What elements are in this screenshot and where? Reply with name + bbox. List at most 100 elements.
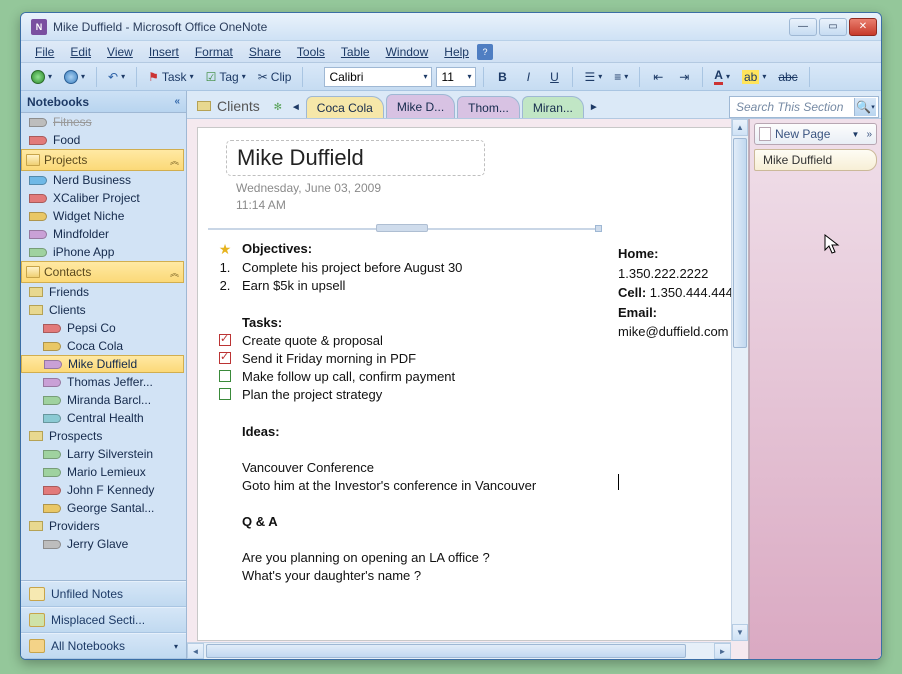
menu-insert[interactable]: Insert [141, 43, 187, 61]
menu-edit[interactable]: Edit [62, 43, 99, 61]
objective-item: Earn $5k in upsell [242, 277, 345, 295]
menu-share[interactable]: Share [241, 43, 289, 61]
task-item: Send it Friday morning in PDF [242, 350, 416, 368]
undo-button[interactable]: ↶▾ [104, 66, 129, 88]
section-item[interactable]: Nerd Business [21, 171, 184, 189]
menu-tools[interactable]: Tools [289, 43, 333, 61]
scroll-thumb[interactable] [733, 138, 747, 348]
pages-pane: New Page ▼ » Mike Duffield [749, 119, 881, 659]
new-page-button[interactable]: New Page ▼ » [754, 123, 877, 145]
notebook-item[interactable]: Food [21, 131, 184, 149]
section-group[interactable]: Prospects [21, 427, 184, 445]
forward-button[interactable]: ▾ [60, 66, 89, 88]
section-tab-bar: Clients ✻ ◄ Coca Cola Mike D... Thom... … [187, 91, 881, 119]
section-item[interactable]: Larry Silverstein [21, 445, 184, 463]
section-group-label[interactable]: Clients [189, 94, 268, 118]
section-item[interactable]: George Santal... [21, 499, 184, 517]
scroll-right-button[interactable]: ► [714, 643, 731, 659]
checkbox-icon[interactable] [219, 388, 231, 400]
section-item[interactable]: Thomas Jeffer... [21, 373, 184, 391]
note-resize-handle[interactable] [595, 225, 602, 232]
vertical-scrollbar[interactable]: ▲ ▼ [731, 119, 748, 641]
new-section-button[interactable]: ✻ [270, 96, 286, 118]
section-item[interactable]: Central Health [21, 409, 184, 427]
menu-format[interactable]: Format [187, 43, 241, 61]
section-item[interactable]: Jerry Glave [21, 535, 184, 553]
scroll-up-button[interactable]: ▲ [732, 119, 748, 136]
page-tab[interactable]: Mike Duffield [754, 149, 877, 171]
scroll-down-button[interactable]: ▼ [732, 624, 748, 641]
checkbox-icon[interactable] [219, 370, 231, 382]
menu-window[interactable]: Window [378, 43, 437, 61]
maximize-button[interactable]: ▭ [819, 18, 847, 36]
section-tab[interactable]: Thom... [457, 96, 520, 118]
back-button[interactable]: ▾ [27, 66, 56, 88]
section-tab[interactable]: Coca Cola [306, 96, 384, 118]
page-title-input[interactable]: Mike Duffield [226, 140, 485, 176]
bold-button[interactable]: B [491, 66, 513, 88]
contact-info-block[interactable]: Home: 1.350.222.2222 Cell: 1.350.444.444… [618, 244, 747, 342]
all-notebooks[interactable]: All Notebooks▾ [21, 633, 186, 659]
close-button[interactable]: ✕ [849, 18, 877, 36]
highlight-button[interactable]: ab▾ [738, 66, 770, 88]
section-item[interactable]: Mindfolder [21, 225, 184, 243]
notebook-contacts[interactable]: Contacts ︽ [21, 261, 184, 283]
font-size-dropdown[interactable]: 11▾ [436, 67, 476, 87]
indent-button[interactable]: ⇥ [673, 66, 695, 88]
scroll-track[interactable] [732, 136, 748, 624]
expand-icon[interactable]: » [863, 129, 872, 140]
menu-table[interactable]: Table [333, 43, 378, 61]
section-tab-active[interactable]: Mike D... [386, 94, 455, 118]
number-list-button[interactable]: ≡▾ [610, 66, 632, 88]
section-item[interactable]: Coca Cola [21, 337, 184, 355]
bullet-list-button[interactable]: ☰▾ [580, 66, 606, 88]
misplaced-sections[interactable]: Misplaced Secti... [21, 607, 186, 633]
page-date[interactable]: Wednesday, June 03, 2009 [236, 180, 729, 197]
app-icon: N [31, 19, 47, 35]
minimize-button[interactable]: — [789, 18, 817, 36]
section-group[interactable]: Providers [21, 517, 184, 535]
tag-button[interactable]: ☑Tag▾ [202, 66, 250, 88]
horizontal-scrollbar[interactable]: ◄ ► [187, 642, 731, 659]
section-item[interactable]: Mario Lemieux [21, 463, 184, 481]
section-group-clients[interactable]: Clients [21, 301, 184, 319]
underline-button[interactable]: U [543, 66, 565, 88]
section-item[interactable]: Widget Niche [21, 207, 184, 225]
page-time[interactable]: 11:14 AM [236, 197, 729, 214]
section-item-selected[interactable]: Mike Duffield [21, 355, 184, 373]
notebook-item[interactable]: Fitness [21, 113, 184, 131]
checkbox-icon[interactable] [219, 352, 231, 364]
checkbox-icon[interactable] [219, 334, 231, 346]
section-group[interactable]: Friends [21, 283, 184, 301]
scroll-tabs-left[interactable]: ◄ [288, 96, 304, 118]
scroll-left-button[interactable]: ◄ [187, 643, 204, 659]
section-item[interactable]: XCaliber Project [21, 189, 184, 207]
section-item[interactable]: Miranda Barcl... [21, 391, 184, 409]
italic-button[interactable]: I [517, 66, 539, 88]
clip-button[interactable]: ✂Clip [254, 66, 296, 88]
notebook-projects[interactable]: Projects ︽ [21, 149, 184, 171]
scroll-thumb[interactable] [206, 644, 686, 658]
task-button[interactable]: ⚑Task▾ [144, 66, 197, 88]
search-input[interactable]: Search This Section 🔍▾ [729, 96, 879, 118]
unfiled-notes[interactable]: Unfiled Notes [21, 581, 186, 607]
scroll-track[interactable] [204, 643, 714, 659]
notebooks-header[interactable]: Notebooks « [21, 91, 186, 113]
section-item[interactable]: John F Kennedy [21, 481, 184, 499]
menu-file[interactable]: File [27, 43, 62, 61]
section-tab[interactable]: Miran... [522, 96, 584, 118]
strikethrough-button[interactable]: abc [774, 66, 801, 88]
section-item[interactable]: iPhone App [21, 243, 184, 261]
section-item[interactable]: Pepsi Co [21, 319, 184, 337]
font-color-button[interactable]: A▾ [710, 66, 734, 88]
font-name-dropdown[interactable]: Calibri▾ [324, 67, 432, 87]
menu-view[interactable]: View [99, 43, 141, 61]
scroll-tabs-right[interactable]: ► [586, 96, 602, 118]
note-container[interactable]: ★Objectives: 1.Complete his project befo… [208, 228, 596, 594]
note-move-handle[interactable] [376, 224, 428, 232]
menu-help[interactable]: Help [436, 43, 477, 61]
search-icon[interactable]: 🔍▾ [854, 98, 876, 116]
outdent-button[interactable]: ⇤ [647, 66, 669, 88]
help-icon[interactable]: ? [477, 44, 493, 60]
page-surface[interactable]: Mike Duffield Wednesday, June 03, 2009 1… [197, 127, 748, 641]
